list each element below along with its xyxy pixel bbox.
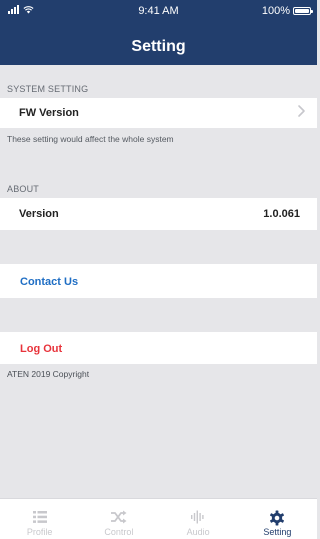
- log-out-label: Log Out: [20, 343, 63, 355]
- log-out-button[interactable]: Log Out: [0, 332, 317, 364]
- tab-bar: Profile Control Audio Setting: [0, 498, 317, 539]
- tab-setting[interactable]: Setting: [238, 499, 317, 539]
- section-label-about: ABOUT: [7, 184, 40, 194]
- copyright-text: ATEN 2019 Copyright: [7, 369, 90, 379]
- section-label-system-setting: SYSTEM SETTING: [7, 84, 89, 94]
- fw-version-row[interactable]: FW Version: [0, 98, 317, 128]
- page-title: Setting: [131, 38, 186, 55]
- chevron-right-icon: [298, 105, 305, 117]
- status-bar: 9:41 AM 100%: [0, 0, 317, 22]
- version-row: Version 1.0.061: [0, 198, 317, 230]
- tab-audio[interactable]: Audio: [159, 499, 238, 539]
- contact-us-label: Contact Us: [20, 276, 79, 288]
- list-icon: [32, 511, 47, 523]
- tab-profile[interactable]: Profile: [0, 499, 79, 539]
- version-label: Version: [19, 208, 59, 220]
- system-setting-description: These setting would affect the whole sys…: [7, 134, 174, 144]
- battery-icon: [293, 7, 313, 15]
- version-value: 1.0.061: [263, 208, 300, 220]
- contact-us-button[interactable]: Contact Us: [0, 264, 317, 298]
- tab-profile-label: Profile: [26, 527, 53, 537]
- fw-version-label: FW Version: [19, 107, 79, 119]
- shuffle-icon: [110, 510, 127, 524]
- nav-header: 9:41 AM 100% Setting: [0, 0, 317, 65]
- tab-control-label: Control: [104, 527, 134, 537]
- tab-setting-label: Setting: [263, 527, 292, 537]
- battery-percent: 100%: [261, 5, 290, 17]
- status-right: 100%: [261, 5, 313, 17]
- tab-control[interactable]: Control: [79, 499, 158, 539]
- gear-icon: [270, 510, 285, 526]
- tab-audio-label: Audio: [186, 527, 210, 537]
- audio-wave-icon: [191, 510, 204, 524]
